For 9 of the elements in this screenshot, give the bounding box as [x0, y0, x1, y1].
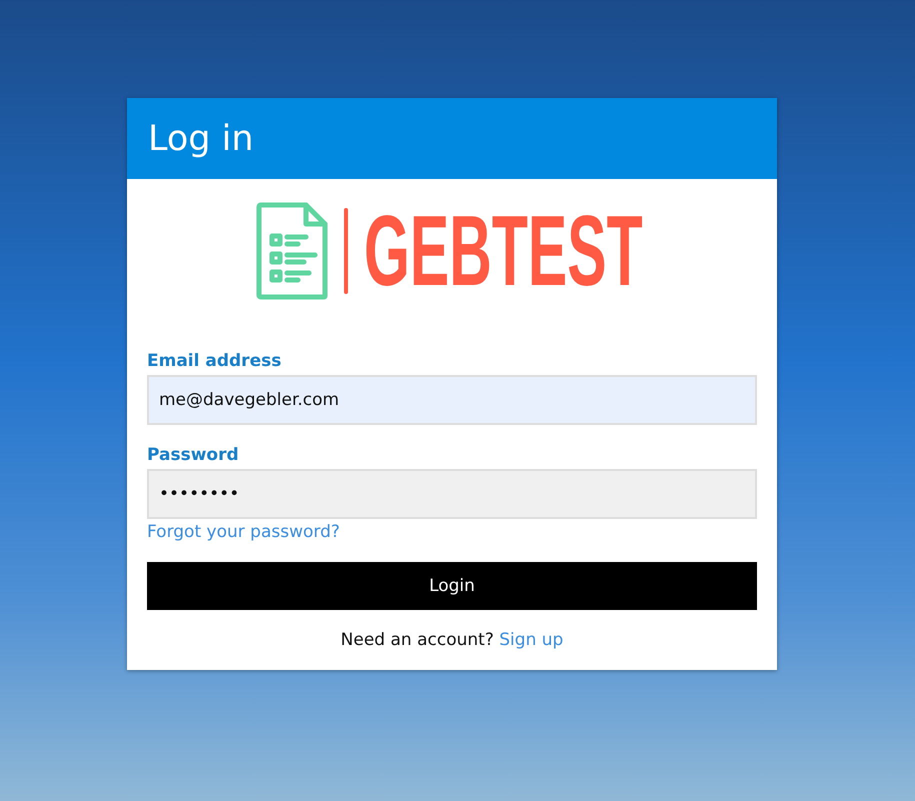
account-prompt: Need an account? [340, 630, 494, 650]
input-field[interactable]: •••••••• [147, 469, 757, 519]
input-field[interactable]: me@davegebler.com [147, 375, 757, 425]
document-list-icon [256, 202, 328, 300]
dialog-title: Log in [148, 118, 254, 158]
logo-text: GEBTEST [364, 201, 643, 301]
field-label: Email address [147, 351, 282, 371]
login-button[interactable]: Login [147, 562, 757, 610]
field-label: Password [147, 445, 240, 465]
